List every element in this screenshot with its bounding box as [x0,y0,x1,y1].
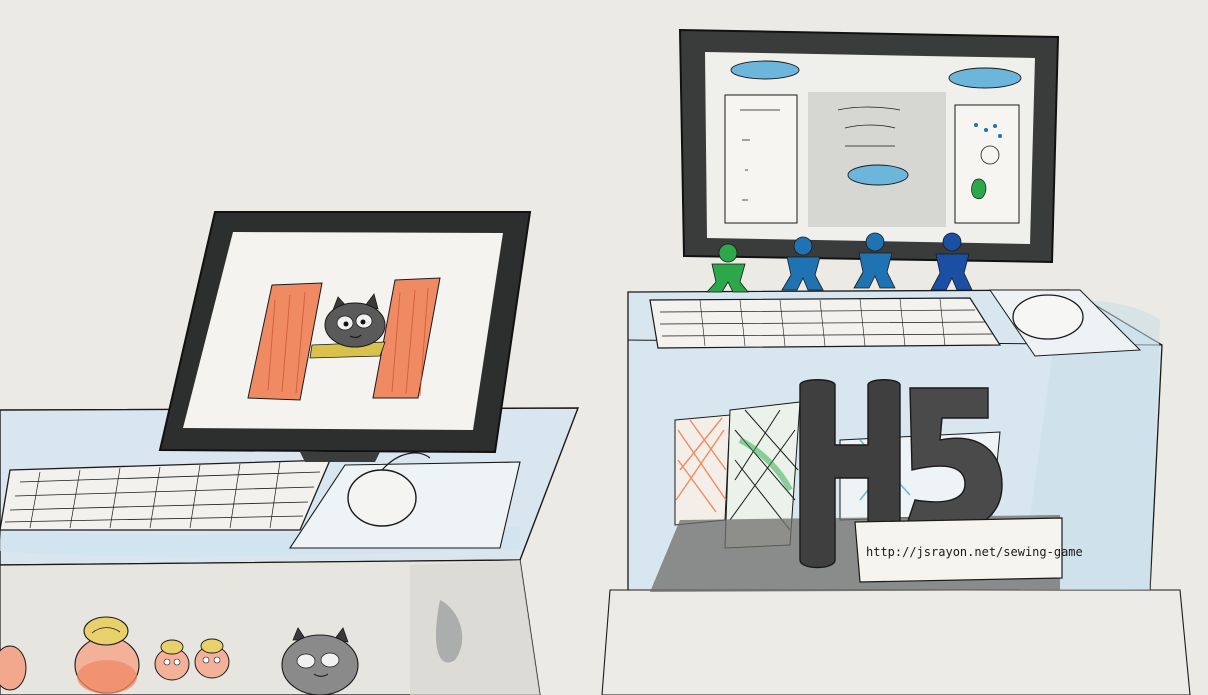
screen-center-pill [847,164,909,186]
logo-numeral-5 [904,387,1003,534]
url-sign-text: http://jsrayon.net/sewing-game [866,545,1083,559]
screen-left-panel [724,94,798,224]
screen-center-panel [808,92,946,227]
screen-pill-right [948,67,1022,89]
blue-dot [998,134,1002,138]
right-desk-lower [601,589,1191,695]
watercolor-sketch: http://jsrayon.net/sewing-game [0,0,1208,695]
left-mouse [347,469,417,527]
right-monitor [678,28,1060,264]
left-monitor-stand [300,452,380,462]
screen-right-panel [954,104,1020,224]
speech-bubble-icon [980,145,1000,165]
blue-dot [993,124,997,128]
sketch-svg: http://jsrayon.net/sewing-game [0,0,1208,695]
blue-dot [984,128,988,132]
screen-pill-left [730,60,800,80]
green-figure-icon [971,178,987,200]
left-desk-side-shadow [410,560,540,695]
url-sign: http://jsrayon.net/sewing-game [854,517,1083,583]
right-keyboard [649,297,1002,349]
raccoon-character [281,627,359,695]
left-monitor [158,211,532,462]
right-mouse [1012,294,1084,340]
blue-dot [974,123,978,127]
fabric-panel-orange [674,414,731,526]
left-keyboard [0,459,331,531]
